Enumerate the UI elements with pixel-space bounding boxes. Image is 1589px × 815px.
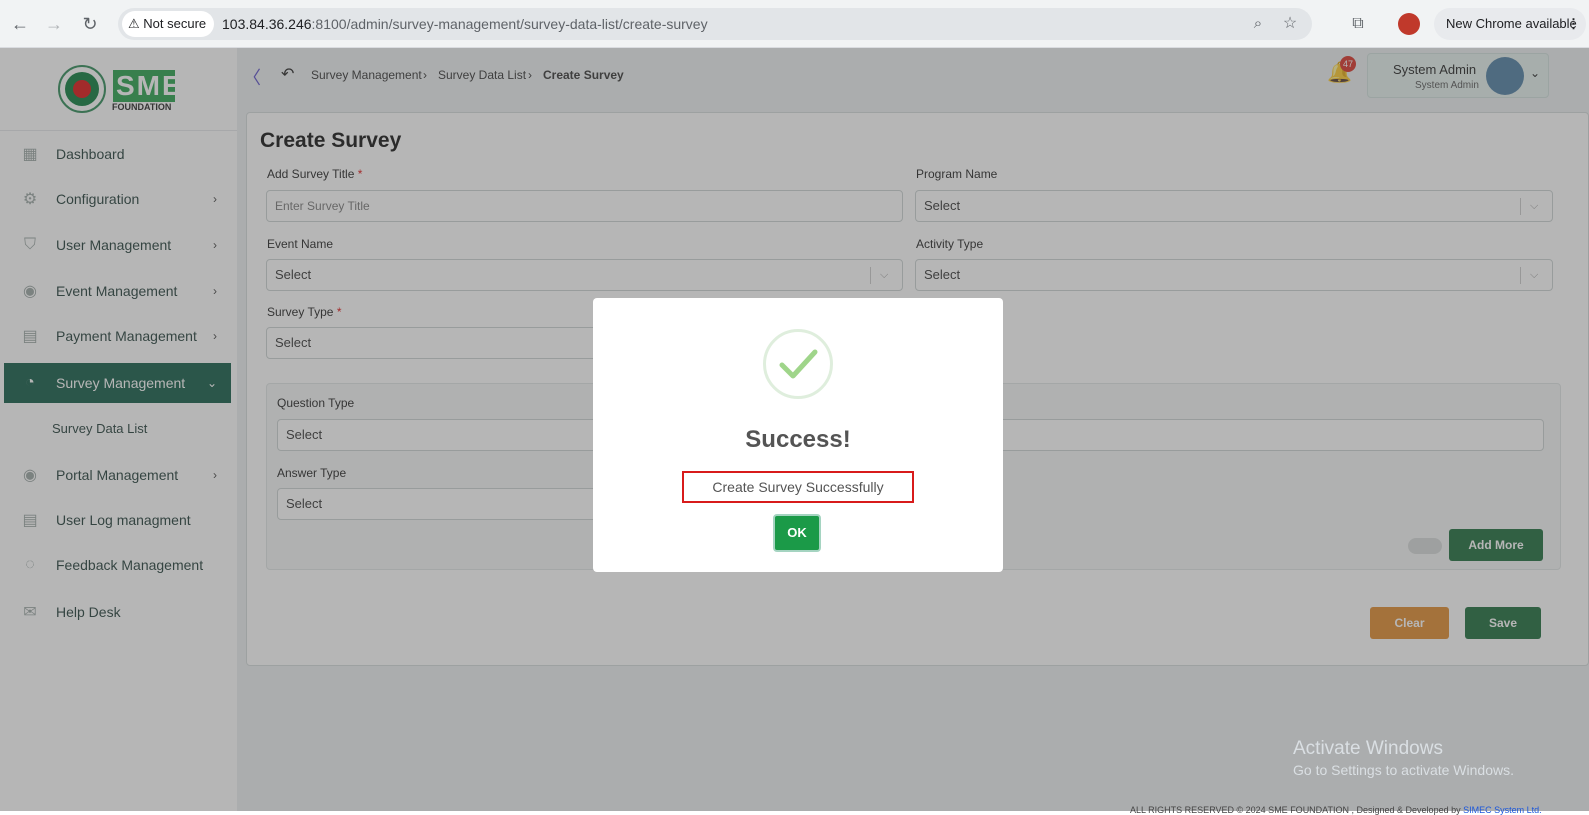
- warning-icon: ⚠: [128, 16, 140, 31]
- footer-link[interactable]: SIMEC System Ltd.: [1463, 805, 1542, 815]
- footer-text: ALL RIGHTS RESERVED © 2024 SME FOUNDATIO…: [1130, 805, 1464, 815]
- kebab-icon[interactable]: ⋮: [1567, 8, 1580, 40]
- new-chrome-label: New Chrome available: [1446, 16, 1577, 31]
- star-icon[interactable]: ☆: [1278, 12, 1302, 36]
- footer: ALL RIGHTS RESERVED © 2024 SME FOUNDATIO…: [1130, 805, 1542, 815]
- success-modal: Success! Create Survey Successfully OK: [593, 298, 1003, 572]
- modal-title: Success!: [745, 426, 851, 453]
- security-label: Not secure: [143, 16, 207, 31]
- ok-button[interactable]: OK: [773, 514, 821, 552]
- watermark-subtitle: Go to Settings to activate Windows.: [1293, 762, 1514, 778]
- modal-message: Create Survey Successfully: [682, 471, 914, 503]
- back-icon[interactable]: ←: [8, 12, 32, 36]
- profile-icon[interactable]: [1398, 13, 1420, 35]
- browser-toolbar: ← → ↻ ⚠ Not secure 103.84.36.246:8100/ad…: [0, 0, 1589, 48]
- url-path: :8100/admin/survey-management/survey-dat…: [311, 16, 708, 32]
- forward-icon[interactable]: →: [42, 12, 66, 36]
- security-chip[interactable]: ⚠ Not secure: [122, 11, 215, 37]
- address-bar[interactable]: ⚠ Not secure 103.84.36.246:8100/admin/su…: [118, 8, 1312, 40]
- success-check-icon: [763, 329, 833, 399]
- windows-watermark: Activate Windows Go to Settings to activ…: [1293, 738, 1514, 778]
- url-text[interactable]: 103.84.36.246:8100/admin/survey-manageme…: [222, 8, 708, 40]
- url-host: 103.84.36.246: [222, 16, 312, 32]
- new-chrome-button[interactable]: New Chrome available ⋮: [1434, 8, 1586, 40]
- zoom-icon[interactable]: ⌕: [1246, 12, 1270, 36]
- extensions-icon[interactable]: ⧉: [1346, 12, 1370, 36]
- reload-icon[interactable]: ↻: [78, 12, 102, 36]
- watermark-title: Activate Windows: [1293, 738, 1443, 759]
